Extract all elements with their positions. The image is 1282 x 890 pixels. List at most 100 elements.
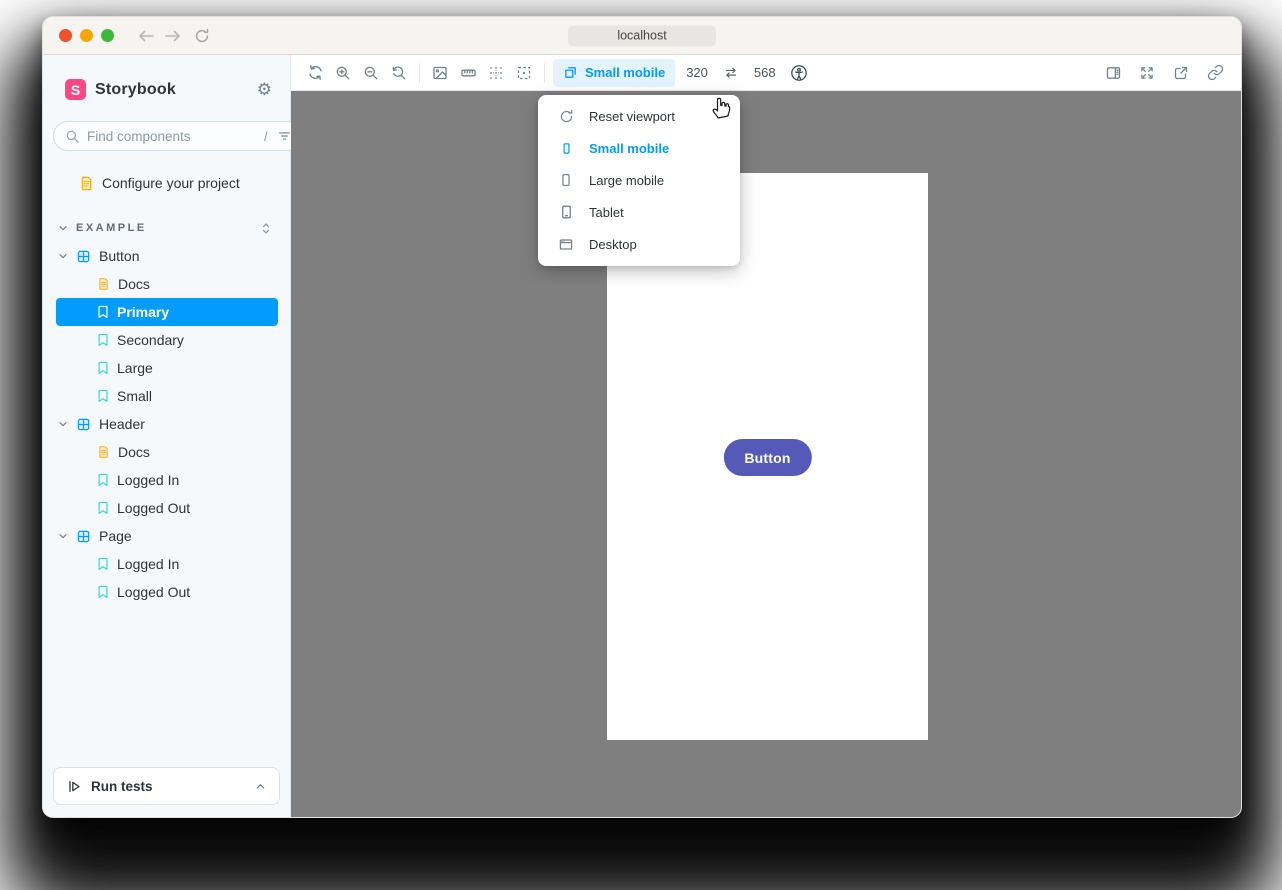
change-background-icon[interactable]: [426, 59, 454, 87]
story-label: Large: [117, 360, 153, 376]
sidebar-story-button-secondary[interactable]: Secondary: [56, 326, 278, 354]
search-input[interactable]: [87, 129, 264, 144]
back-icon[interactable]: [138, 29, 155, 43]
open-in-new-tab-icon[interactable]: [1167, 59, 1195, 87]
story-label: Docs: [118, 276, 150, 292]
accessibility-icon[interactable]: [785, 59, 813, 87]
sidebar-story-header-logged-in[interactable]: Logged In: [56, 466, 278, 494]
sidebar-component-header[interactable]: Header: [56, 410, 278, 438]
story-label: Logged In: [117, 556, 179, 572]
outline-icon[interactable]: [510, 59, 538, 87]
menu-item-label: Desktop: [589, 237, 637, 252]
chevron-down-icon: [57, 250, 69, 262]
canvas-toolbar: Small mobile 320 568: [291, 55, 1241, 91]
viewport-selector-label: Small mobile: [585, 65, 665, 80]
canvas-pane: Small mobile 320 568: [291, 55, 1241, 817]
toggle-addons-panel-icon[interactable]: [1099, 59, 1127, 87]
viewport-width-value[interactable]: 320: [686, 65, 708, 80]
menu-item-reset-viewport[interactable]: Reset viewport: [538, 100, 740, 132]
small-mobile-icon: [558, 141, 574, 156]
search-icon: [65, 129, 80, 144]
chevron-up-icon[interactable]: [254, 780, 267, 793]
sidebar-item-label: Configure your project: [102, 175, 240, 191]
run-tests-icon: [67, 779, 82, 794]
story-label: Docs: [118, 444, 150, 460]
run-tests-button[interactable]: Run tests: [53, 767, 280, 805]
close-window-button[interactable]: [59, 29, 72, 42]
zoom-out-icon[interactable]: [357, 59, 385, 87]
component-label: Header: [99, 416, 145, 432]
fullscreen-icon[interactable]: [1133, 59, 1161, 87]
sidebar-component-page[interactable]: Page: [56, 522, 278, 550]
reload-icon[interactable]: [194, 28, 210, 44]
docs-icon: [97, 445, 110, 459]
component-label: Page: [99, 528, 132, 544]
swap-dimensions-icon[interactable]: [717, 59, 745, 87]
sidebar-story-button-small[interactable]: Small: [56, 382, 278, 410]
grid-icon[interactable]: [482, 59, 510, 87]
viewport-height-value[interactable]: 568: [754, 65, 776, 80]
toolbar-divider: [419, 63, 420, 83]
sidebar-component-button[interactable]: Button: [56, 242, 278, 270]
story-label: Small: [117, 388, 152, 404]
component-label: Button: [99, 248, 139, 264]
menu-item-label: Large mobile: [589, 173, 664, 188]
run-tests-label: Run tests: [91, 779, 153, 794]
bookmark-icon: [97, 305, 109, 319]
remount-component-icon[interactable]: [301, 59, 329, 87]
component-icon: [76, 529, 91, 544]
bookmark-icon: [97, 389, 109, 403]
sidebar-story-button-large[interactable]: Large: [56, 354, 278, 382]
brand-title[interactable]: Storybook: [95, 81, 176, 99]
sidebar-story-header-docs[interactable]: Docs: [56, 438, 278, 466]
zoom-window-button[interactable]: [101, 29, 114, 42]
zoom-in-icon[interactable]: [329, 59, 357, 87]
filter-icon[interactable]: [277, 129, 292, 143]
minimize-window-button[interactable]: [80, 29, 93, 42]
sidebar-story-button-docs[interactable]: Docs: [56, 270, 278, 298]
sidebar-story-page-logged-out[interactable]: Logged Out: [56, 578, 278, 606]
story-canvas: Button: [291, 91, 1241, 817]
search-box[interactable]: /: [53, 121, 303, 151]
chevron-down-icon: [57, 222, 69, 234]
sidebar-story-header-logged-out[interactable]: Logged Out: [56, 494, 278, 522]
menu-item-tablet[interactable]: Tablet: [538, 196, 740, 228]
copy-link-icon[interactable]: [1201, 59, 1229, 87]
bookmark-icon: [97, 557, 109, 571]
address-bar[interactable]: localhost: [568, 25, 716, 46]
story-label: Secondary: [117, 332, 184, 348]
measure-icon[interactable]: [454, 59, 482, 87]
forward-icon[interactable]: [164, 29, 181, 43]
collapse-expand-all-icon[interactable]: [259, 221, 273, 236]
viewport-selector-button[interactable]: Small mobile: [553, 59, 675, 87]
docs-icon: [97, 277, 110, 291]
menu-item-desktop[interactable]: Desktop: [538, 228, 740, 260]
document-icon: [79, 176, 94, 191]
sidebar-item-configure-project[interactable]: Configure your project: [56, 169, 278, 197]
browser-window: localhost S Storybook ⚙ /: [42, 16, 1242, 818]
story-label: Logged Out: [117, 500, 190, 516]
menu-item-label: Small mobile: [589, 141, 669, 156]
sidebar-story-page-logged-in[interactable]: Logged In: [56, 550, 278, 578]
traffic-lights: [59, 29, 114, 42]
gear-icon[interactable]: ⚙: [257, 81, 272, 98]
bookmark-icon: [97, 585, 109, 599]
viewport-icon: [563, 65, 578, 80]
sidebar-section-example[interactable]: EXAMPLE: [56, 214, 278, 242]
component-icon: [76, 249, 91, 264]
bookmark-icon: [97, 361, 109, 375]
reset-zoom-icon[interactable]: [385, 59, 413, 87]
browser-titlebar: localhost: [43, 17, 1241, 55]
sidebar-story-button-primary-selected[interactable]: Primary: [56, 298, 278, 326]
story-label: Primary: [117, 304, 169, 320]
bookmark-icon: [97, 501, 109, 515]
large-mobile-icon: [558, 172, 574, 188]
menu-item-small-mobile[interactable]: Small mobile: [538, 132, 740, 164]
story-preview-button[interactable]: Button: [723, 439, 811, 476]
tablet-icon: [558, 204, 574, 220]
storybook-sidebar: S Storybook ⚙ /: [43, 55, 291, 817]
desktop-icon: [558, 237, 574, 252]
chevron-down-icon: [57, 418, 69, 430]
menu-item-large-mobile[interactable]: Large mobile: [538, 164, 740, 196]
address-bar-url: localhost: [617, 29, 666, 43]
